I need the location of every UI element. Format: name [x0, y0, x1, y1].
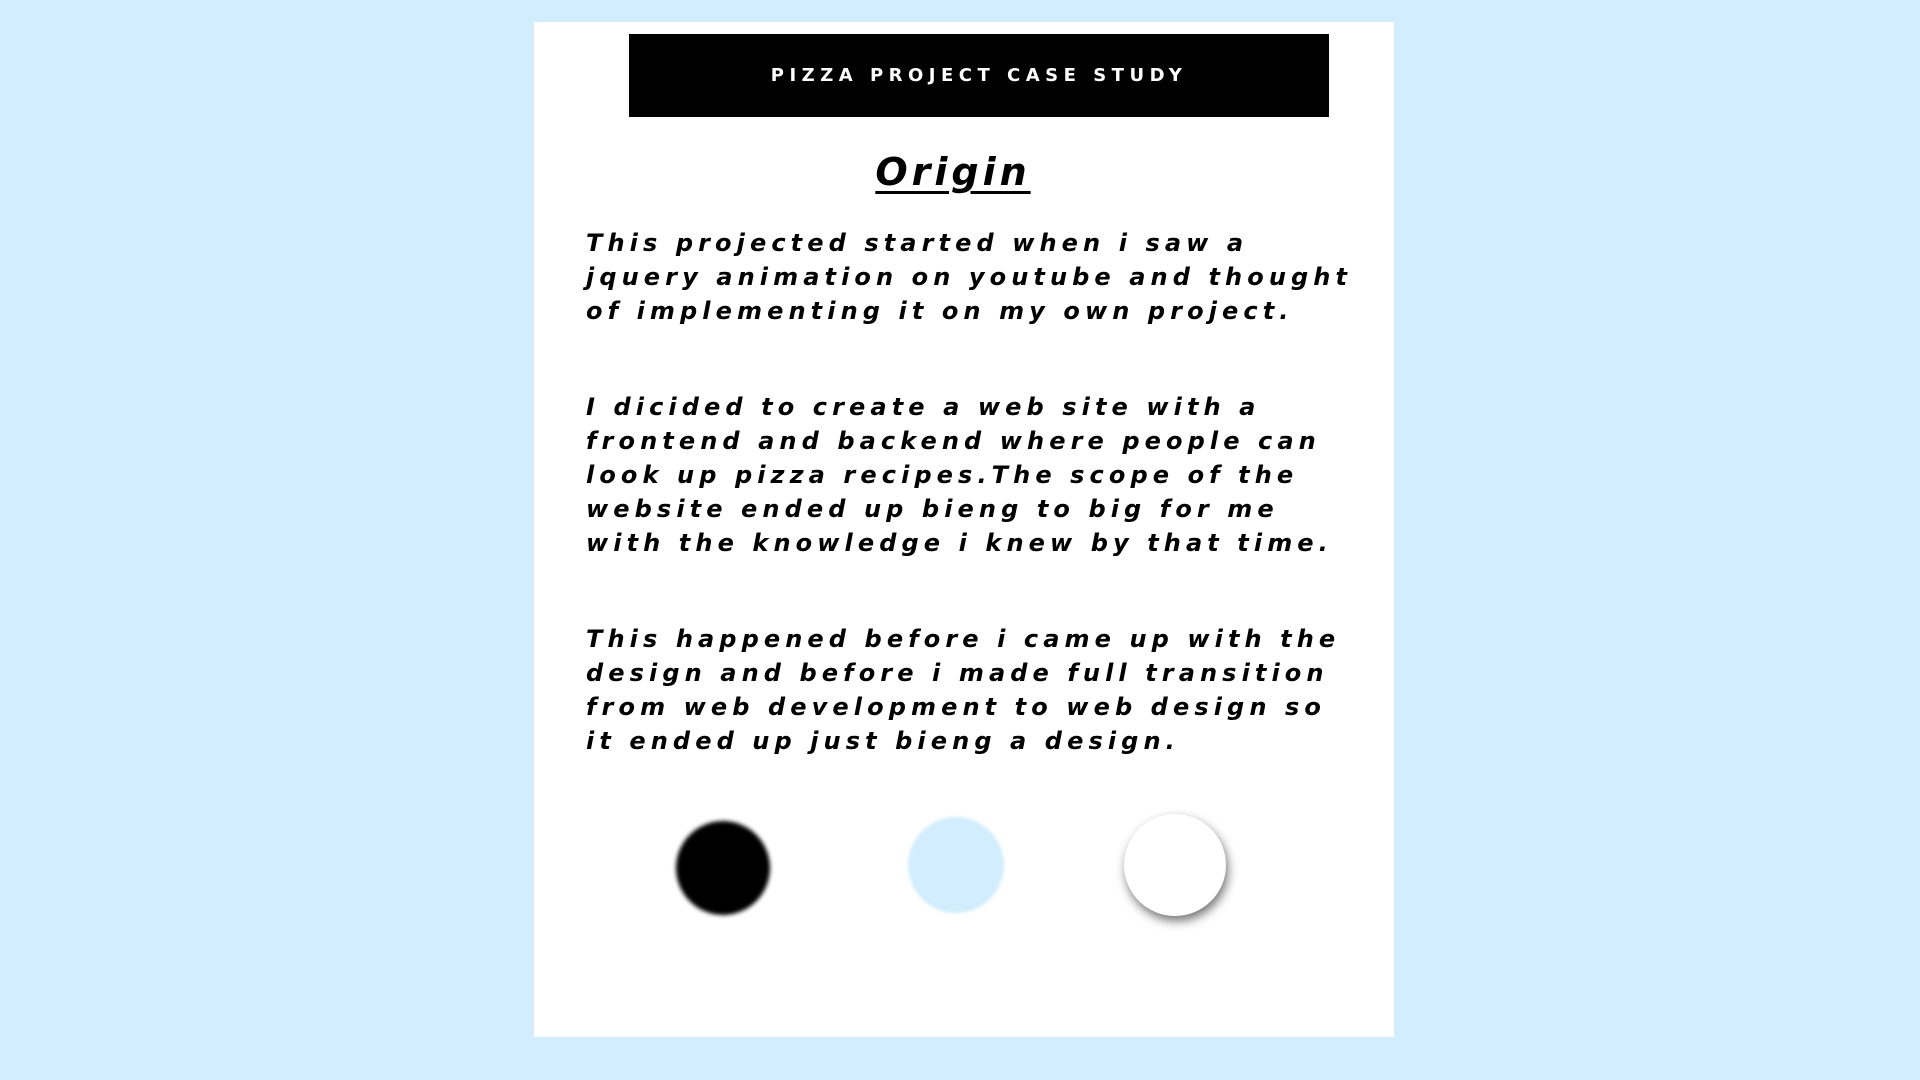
color-swatch-white [1124, 814, 1226, 916]
section-heading: Origin [875, 150, 1031, 194]
paragraph-3: This happened before i came up with the … [586, 625, 1341, 755]
color-swatch-light-blue [908, 817, 1004, 913]
paragraph-2: I dicided to create a web site with a fr… [586, 393, 1333, 557]
case-study-card: PIZZA PROJECT CASE STUDY Origin This pro… [534, 22, 1394, 1037]
color-swatch-black [676, 821, 770, 915]
banner-title: PIZZA PROJECT CASE STUDY [770, 65, 1188, 86]
paragraph-1: This projected started when i saw a jque… [586, 229, 1353, 325]
title-banner: PIZZA PROJECT CASE STUDY [629, 34, 1329, 117]
